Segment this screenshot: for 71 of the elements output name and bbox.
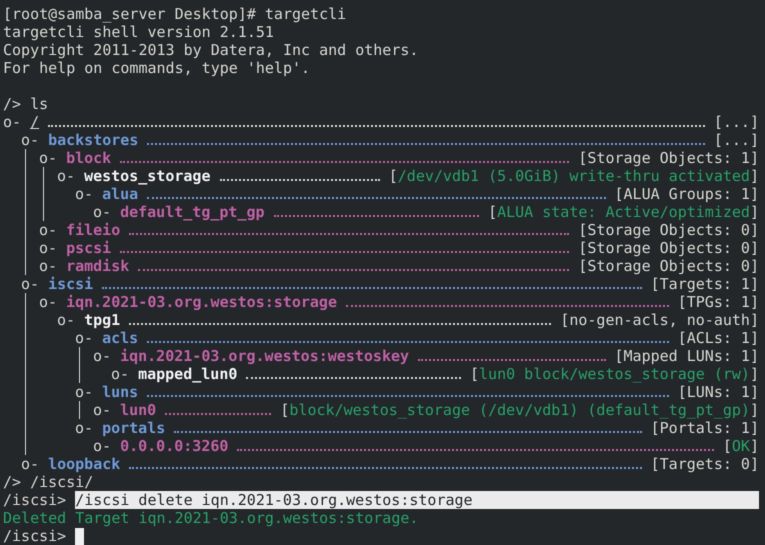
output-line: [root@samba_server Desktop]# targetcli: [3, 5, 346, 23]
tree-node-name[interactable]: tpg1: [84, 311, 120, 329]
tree-node-name[interactable]: iscsi: [48, 275, 94, 293]
tree-branch-marker: o-: [57, 167, 76, 185]
output-line: targetcli shell version 2.1.51: [3, 23, 274, 41]
tree-node-name[interactable]: iqn.2021-03.org.westos:storage: [66, 293, 337, 311]
tree-branch-marker: o-: [21, 455, 40, 473]
tree-node-name[interactable]: pscsi: [66, 239, 112, 257]
tree-branch-marker: o-: [21, 131, 40, 149]
success-message: Deleted Target iqn.2021-03.org.westos:storage.: [3, 509, 418, 527]
tree-branch-marker: o-: [93, 401, 112, 419]
tree-node-name[interactable]: fileio: [66, 221, 120, 239]
tree-node-name[interactable]: loopback: [48, 455, 120, 473]
node-status: [Portals: 1]: [650, 419, 759, 437]
tree-branch-marker: o-: [39, 239, 58, 257]
tree-branch-marker: o-: [93, 437, 112, 455]
tree-branch-marker: o-: [39, 149, 58, 167]
tree-node-name[interactable]: luns: [102, 383, 138, 401]
tree-node-name[interactable]: default_tg_pt_gp: [120, 203, 265, 221]
node-status: [ALUA Groups: 1]: [614, 185, 759, 203]
tree-node-name[interactable]: westos_storage: [84, 167, 210, 185]
node-status: [...]: [714, 113, 759, 131]
tree-branch-marker: o-: [3, 113, 22, 131]
node-status: [Storage Objects: 0]: [578, 257, 759, 275]
node-status: [...]: [714, 131, 759, 149]
tree-branch-marker: o-: [21, 275, 40, 293]
node-status: [Mapped LUNs: 1]: [614, 347, 759, 365]
tree-node-name[interactable]: backstores: [48, 131, 138, 149]
node-status: [lun0 block/westos_storage (rw)]: [470, 365, 759, 383]
tree-branch-marker: o-: [93, 203, 112, 221]
tree-branch-marker: o-: [39, 293, 58, 311]
node-status: [Storage Objects: 0]: [578, 239, 759, 257]
tree-branch-marker: o-: [39, 257, 58, 275]
node-status: [ACLs: 1]: [678, 329, 759, 347]
node-status: [OK]: [722, 437, 759, 455]
node-status: [/dev/vdb1 (5.0GiB) write-thru activated]: [388, 167, 759, 185]
command-input[interactable]: /iscsi delete iqn.2021-03.org.westos:storage: [75, 491, 759, 509]
tree-node-name[interactable]: iqn.2021-03.org.westos:westoskey: [120, 347, 410, 365]
node-status: [LUNs: 1]: [678, 383, 759, 401]
output-line: /> /iscsi/: [3, 473, 94, 491]
node-status: [Storage Objects: 0]: [578, 221, 759, 239]
tree-node-name[interactable]: portals: [102, 419, 166, 437]
prompt-text: /iscsi>: [3, 527, 66, 545]
node-status: [Storage Objects: 1]: [578, 149, 759, 167]
node-status: [no-gen-acls, no-auth]: [560, 311, 759, 329]
tree-node-name[interactable]: block: [66, 149, 112, 167]
tree-branch-marker: o-: [75, 419, 94, 437]
tree-branch-marker: o-: [75, 329, 94, 347]
node-status: [TPGs: 1]: [678, 293, 759, 311]
tree-branch-marker: o-: [75, 185, 94, 203]
output-line: /> ls: [3, 95, 48, 113]
tree-branch-marker: o-: [111, 365, 130, 383]
node-status: [block/westos_storage (/dev/vdb1) (default_tg_pt_gp)]: [280, 401, 759, 419]
tree-node-name[interactable]: alua: [102, 185, 138, 203]
tree-guide-line: [79, 401, 80, 419]
tree-node-name[interactable]: acls: [102, 329, 138, 347]
node-status: [ALUA state: Active/optimized]: [488, 203, 759, 221]
node-status: [Targets: 1]: [650, 275, 759, 293]
tree-branch-marker: o-: [57, 311, 76, 329]
tree-node-name[interactable]: lun0: [120, 401, 156, 419]
tree-node-name[interactable]: 0.0.0.0:3260: [120, 437, 228, 455]
tree-branch-marker: o-: [39, 221, 58, 239]
output-line: Copyright 2011-2013 by Datera, Inc and others.: [3, 41, 418, 59]
tree-branch-marker: o-: [93, 347, 112, 365]
tree-branch-marker: o-: [75, 383, 94, 401]
prompt-text: /iscsi>: [3, 491, 66, 509]
output-line: For help on commands, type 'help'.: [3, 59, 310, 77]
tree-node-name[interactable]: mapped_lun0: [138, 365, 238, 383]
tree-node-name[interactable]: /: [30, 113, 40, 131]
tree-node-name[interactable]: ramdisk: [66, 257, 130, 275]
node-status: [Targets: 0]: [650, 455, 759, 473]
